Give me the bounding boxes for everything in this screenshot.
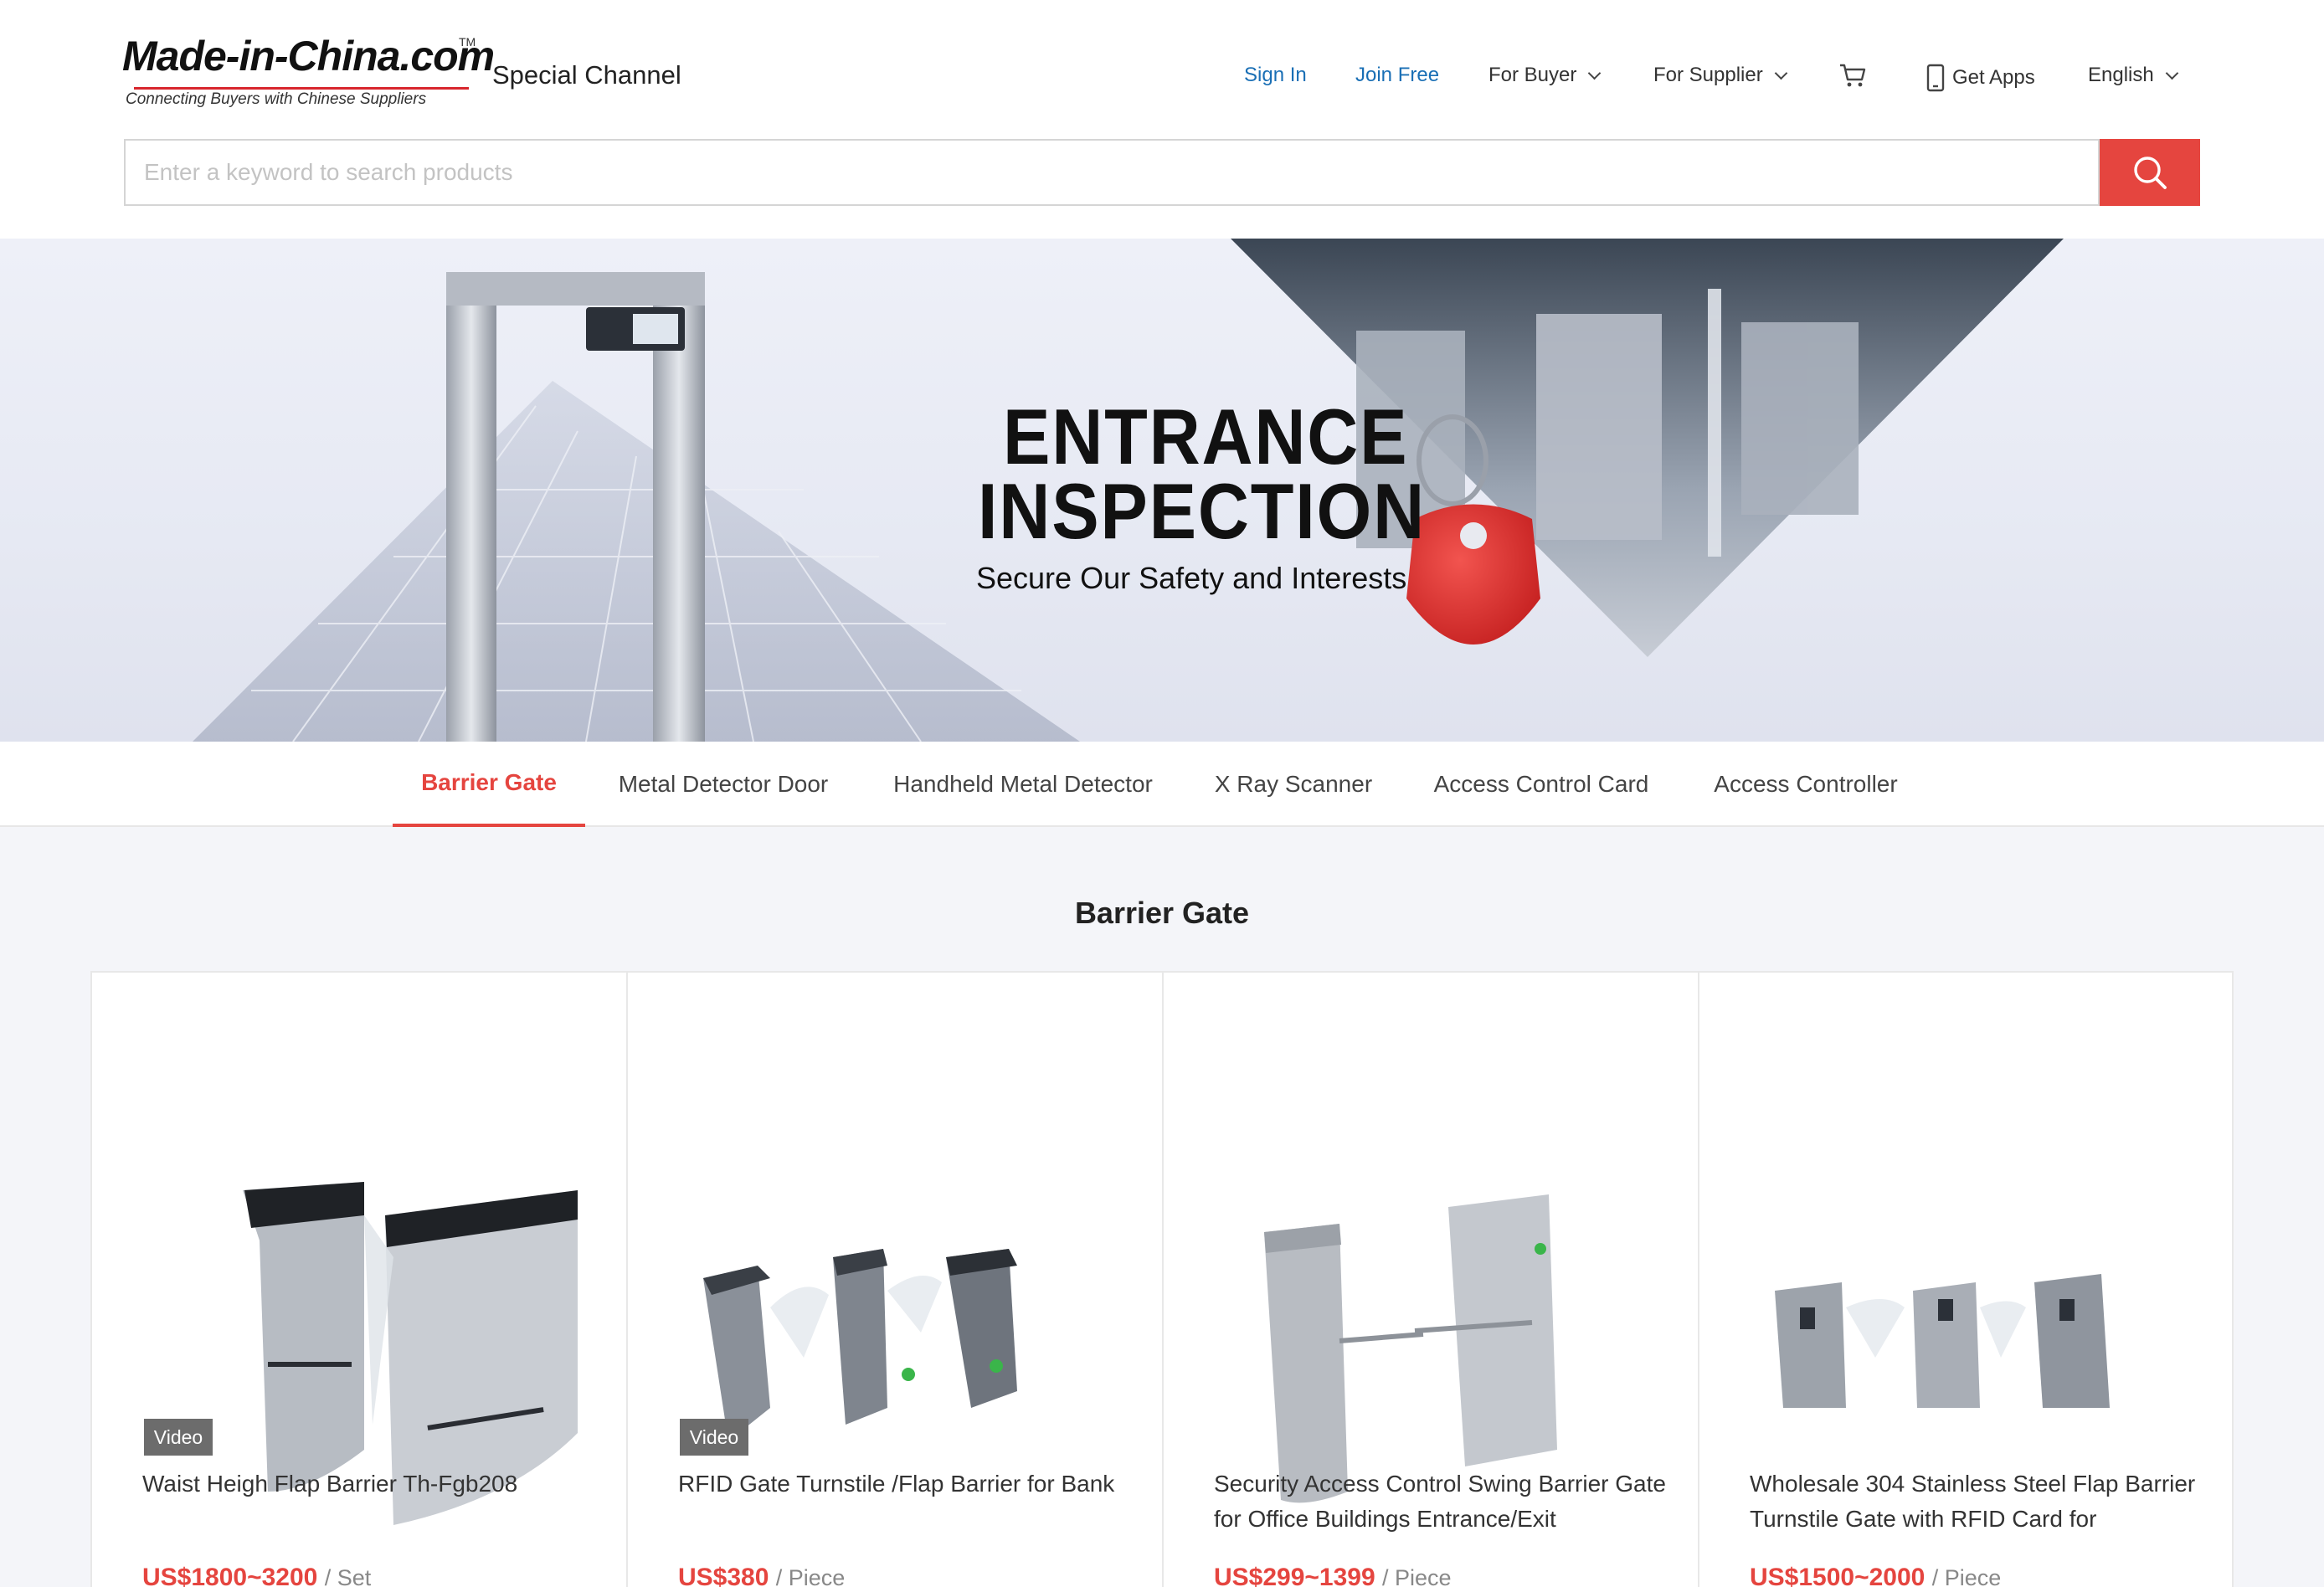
search-button[interactable] <box>2100 139 2200 206</box>
sign-in-link[interactable]: Sign In <box>1244 64 1307 87</box>
logo-underline <box>134 87 469 90</box>
price-amount: US$380 <box>678 1564 769 1587</box>
product-grid: Video Waist Heigh Flap Barrier Th-Fgb208… <box>90 971 2234 1587</box>
video-badge: Video <box>680 1419 748 1456</box>
banner-title-line2: INSPECTION <box>978 467 1427 555</box>
mobile-phone-icon <box>1926 64 1945 92</box>
price-unit: / Set <box>324 1565 372 1587</box>
product-price: US$1800~3200 / Set <box>142 1564 371 1587</box>
product-card[interactable]: Wholesale 304 Stainless Steel Flap Barri… <box>1699 973 2235 1587</box>
search-box <box>124 139 2100 206</box>
language-selector[interactable]: English <box>2088 64 2178 87</box>
for-supplier-menu[interactable]: For Supplier <box>1653 64 1788 87</box>
product-price: US$1500~2000 / Piece <box>1750 1564 2001 1587</box>
search-icon <box>2134 157 2167 189</box>
join-free-link[interactable]: Join Free <box>1355 64 1439 87</box>
banner-subtitle: Secure Our Safety and Interests <box>976 561 1407 595</box>
site-logo[interactable]: Made-in-China.com TM Connecting Buyers w… <box>122 32 495 109</box>
hero-banner[interactable]: ENTRANCE INSPECTION Secure Our Safety an… <box>0 239 2324 742</box>
category-tabs: Barrier Gate Metal Detector Door Handhel… <box>0 742 2324 827</box>
chevron-down-icon <box>1588 66 1602 80</box>
product-card[interactable]: Video RFID Gate Turnstile /Flap Barrier … <box>628 973 1164 1587</box>
price-amount: US$299~1399 <box>1214 1564 1375 1587</box>
logo-trademark: TM <box>459 35 476 49</box>
for-buyer-menu[interactable]: For Buyer <box>1488 64 1602 87</box>
tab-x-ray-scanner[interactable]: X Ray Scanner <box>1201 742 1386 827</box>
product-title[interactable]: RFID Gate Turnstile /Flap Barrier for Ba… <box>678 1466 1130 1502</box>
tab-barrier-gate[interactable]: Barrier Gate <box>393 742 585 827</box>
price-unit: / Piece <box>1931 1565 2002 1587</box>
language-label: English <box>2088 64 2154 86</box>
cart-icon <box>1840 64 1866 87</box>
product-title[interactable]: Wholesale 304 Stainless Steel Flap Barri… <box>1750 1466 2202 1537</box>
tab-handheld-metal-detector[interactable]: Handheld Metal Detector <box>877 742 1169 827</box>
section-title: Barrier Gate <box>1074 896 1250 930</box>
sign-in-label: Sign In <box>1244 64 1307 86</box>
cart-button[interactable] <box>1838 62 1867 89</box>
channel-label: Special Channel <box>492 60 681 90</box>
get-apps-label: Get Apps <box>1952 66 2035 89</box>
for-supplier-label: For Supplier <box>1653 64 1763 86</box>
product-card[interactable]: Video Waist Heigh Flap Barrier Th-Fgb208… <box>92 973 628 1587</box>
product-card[interactable]: Security Access Control Swing Barrier Ga… <box>1164 973 1699 1587</box>
product-title[interactable]: Security Access Control Swing Barrier Ga… <box>1214 1466 1666 1537</box>
product-price: US$299~1399 / Piece <box>1214 1564 1452 1587</box>
price-unit: / Piece <box>1382 1565 1452 1587</box>
tab-metal-detector-door[interactable]: Metal Detector Door <box>603 742 844 827</box>
join-free-label: Join Free <box>1355 64 1440 86</box>
price-amount: US$1500~2000 <box>1750 1564 1926 1587</box>
get-apps-link[interactable]: Get Apps <box>1926 64 2035 92</box>
chevron-down-icon <box>2165 66 2178 80</box>
logo-wordmark: Made-in-China.com <box>122 33 495 80</box>
logo-tagline: Connecting Buyers with Chinese Suppliers <box>126 90 427 108</box>
search-input[interactable] <box>126 141 2098 204</box>
price-amount: US$1800~3200 <box>142 1564 318 1587</box>
product-title[interactable]: Waist Heigh Flap Barrier Th-Fgb208 <box>142 1466 594 1502</box>
for-buyer-label: For Buyer <box>1488 64 1577 86</box>
product-price: US$380 / Piece <box>678 1564 845 1587</box>
tab-access-controller[interactable]: Access Controller <box>1696 742 1915 827</box>
video-badge: Video <box>144 1419 213 1456</box>
chevron-down-icon <box>1774 66 1788 80</box>
site-header: Made-in-China.com TM Connecting Buyers w… <box>0 0 2324 239</box>
price-unit: / Piece <box>775 1565 846 1587</box>
tab-access-control-card[interactable]: Access Control Card <box>1422 742 1661 827</box>
